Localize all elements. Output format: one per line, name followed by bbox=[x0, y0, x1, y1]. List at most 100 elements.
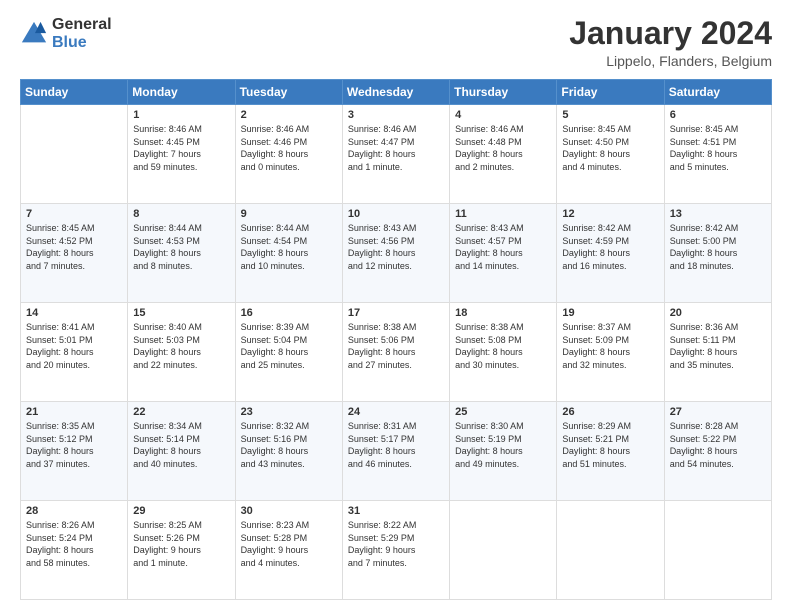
calendar-week-row: 1 Sunrise: 8:46 AM Sunset: 4:45 PM Daylig… bbox=[21, 105, 772, 204]
calendar-week-row: 14Sunrise: 8:41 AM Sunset: 5:01 PM Dayli… bbox=[21, 303, 772, 402]
day-info: Sunrise: 8:42 AM Sunset: 5:00 PM Dayligh… bbox=[670, 222, 766, 272]
calendar-cell: 13 Sunrise: 8:42 AM Sunset: 5:00 PM Dayli… bbox=[664, 204, 771, 303]
day-number: 8 bbox=[133, 208, 229, 220]
day-info: Sunrise: 8:45 AM Sunset: 4:50 PM Dayligh… bbox=[562, 123, 658, 173]
day-number: 30 bbox=[241, 505, 337, 517]
day-info: Sunrise: 8:22 AM Sunset: 5:29 PM Dayligh… bbox=[348, 519, 444, 569]
day-number: 4 bbox=[455, 109, 551, 121]
day-number: 19 bbox=[562, 307, 658, 319]
calendar-cell: 25Sunrise: 8:30 AM Sunset: 5:19 PM Dayli… bbox=[450, 402, 557, 501]
calendar-cell: 28 Sunrise: 8:26 AM Sunset: 5:24 PM Dayli… bbox=[21, 501, 128, 600]
day-info: Sunrise: 8:29 AM Sunset: 5:21 PM Dayligh… bbox=[562, 420, 658, 470]
header: General Blue January 2024 Lippelo, Fland… bbox=[20, 16, 772, 69]
day-number: 15 bbox=[133, 307, 229, 319]
day-number: 16 bbox=[241, 307, 337, 319]
day-number: 3 bbox=[348, 109, 444, 121]
main-title: January 2024 bbox=[569, 16, 772, 51]
day-info: Sunrise: 8:30 AM Sunset: 5:19 PM Dayligh… bbox=[455, 420, 551, 470]
day-info: Sunrise: 8:44 AM Sunset: 4:54 PM Dayligh… bbox=[241, 222, 337, 272]
calendar-day-header: Thursday bbox=[450, 80, 557, 105]
calendar-cell: 5 Sunrise: 8:45 AM Sunset: 4:50 PM Daylig… bbox=[557, 105, 664, 204]
calendar-day-header: Sunday bbox=[21, 80, 128, 105]
calendar-cell: 24 Sunrise: 8:31 AM Sunset: 5:17 PM Dayli… bbox=[342, 402, 449, 501]
day-number: 2 bbox=[241, 109, 337, 121]
day-info: Sunrise: 8:43 AM Sunset: 4:56 PM Dayligh… bbox=[348, 222, 444, 272]
day-info: Sunrise: 8:37 AM Sunset: 5:09 PM Dayligh… bbox=[562, 321, 658, 371]
page: General Blue January 2024 Lippelo, Fland… bbox=[0, 0, 792, 612]
day-number: 29 bbox=[133, 505, 229, 517]
calendar-cell: 10 Sunrise: 8:43 AM Sunset: 4:56 PM Dayli… bbox=[342, 204, 449, 303]
calendar-cell bbox=[21, 105, 128, 204]
calendar-cell: 7Sunrise: 8:45 AM Sunset: 4:52 PM Daylig… bbox=[21, 204, 128, 303]
calendar-day-header: Tuesday bbox=[235, 80, 342, 105]
day-info: Sunrise: 8:38 AM Sunset: 5:08 PM Dayligh… bbox=[455, 321, 551, 371]
calendar-cell bbox=[557, 501, 664, 600]
calendar-cell: 12Sunrise: 8:42 AM Sunset: 4:59 PM Dayli… bbox=[557, 204, 664, 303]
calendar-cell: 20 Sunrise: 8:36 AM Sunset: 5:11 PM Dayli… bbox=[664, 303, 771, 402]
calendar-day-header: Wednesday bbox=[342, 80, 449, 105]
day-number: 22 bbox=[133, 406, 229, 418]
day-info: Sunrise: 8:44 AM Sunset: 4:53 PM Dayligh… bbox=[133, 222, 229, 272]
title-block: January 2024 Lippelo, Flanders, Belgium bbox=[569, 16, 772, 69]
day-info: Sunrise: 8:39 AM Sunset: 5:04 PM Dayligh… bbox=[241, 321, 337, 371]
day-number: 17 bbox=[348, 307, 444, 319]
day-number: 26 bbox=[562, 406, 658, 418]
calendar-cell: 2 Sunrise: 8:46 AM Sunset: 4:46 PM Daylig… bbox=[235, 105, 342, 204]
day-number: 13 bbox=[670, 208, 766, 220]
calendar-cell bbox=[450, 501, 557, 600]
day-info: Sunrise: 8:23 AM Sunset: 5:28 PM Dayligh… bbox=[241, 519, 337, 569]
day-info: Sunrise: 8:32 AM Sunset: 5:16 PM Dayligh… bbox=[241, 420, 337, 470]
calendar-cell: 29 Sunrise: 8:25 AM Sunset: 5:26 PM Dayli… bbox=[128, 501, 235, 600]
day-number: 9 bbox=[241, 208, 337, 220]
day-number: 20 bbox=[670, 307, 766, 319]
day-info: Sunrise: 8:25 AM Sunset: 5:26 PM Dayligh… bbox=[133, 519, 229, 569]
calendar-cell: 14Sunrise: 8:41 AM Sunset: 5:01 PM Dayli… bbox=[21, 303, 128, 402]
day-info: Sunrise: 8:38 AM Sunset: 5:06 PM Dayligh… bbox=[348, 321, 444, 371]
calendar-cell: 15Sunrise: 8:40 AM Sunset: 5:03 PM Dayli… bbox=[128, 303, 235, 402]
day-info: Sunrise: 8:45 AM Sunset: 4:51 PM Dayligh… bbox=[670, 123, 766, 173]
logo-icon bbox=[20, 20, 48, 48]
calendar-cell: 1 Sunrise: 8:46 AM Sunset: 4:45 PM Daylig… bbox=[128, 105, 235, 204]
calendar-header-row: SundayMondayTuesdayWednesdayThursdayFrid… bbox=[21, 80, 772, 105]
calendar-cell bbox=[664, 501, 771, 600]
calendar-cell: 11 Sunrise: 8:43 AM Sunset: 4:57 PM Dayli… bbox=[450, 204, 557, 303]
day-info: Sunrise: 8:26 AM Sunset: 5:24 PM Dayligh… bbox=[26, 519, 122, 569]
calendar-cell: 18Sunrise: 8:38 AM Sunset: 5:08 PM Dayli… bbox=[450, 303, 557, 402]
calendar-cell: 21Sunrise: 8:35 AM Sunset: 5:12 PM Dayli… bbox=[21, 402, 128, 501]
day-info: Sunrise: 8:46 AM Sunset: 4:45 PM Dayligh… bbox=[133, 123, 229, 173]
day-info: Sunrise: 8:42 AM Sunset: 4:59 PM Dayligh… bbox=[562, 222, 658, 272]
calendar-cell: 27 Sunrise: 8:28 AM Sunset: 5:22 PM Dayli… bbox=[664, 402, 771, 501]
calendar-cell: 30 Sunrise: 8:23 AM Sunset: 5:28 PM Dayli… bbox=[235, 501, 342, 600]
day-info: Sunrise: 8:41 AM Sunset: 5:01 PM Dayligh… bbox=[26, 321, 122, 371]
day-info: Sunrise: 8:43 AM Sunset: 4:57 PM Dayligh… bbox=[455, 222, 551, 272]
calendar-cell: 9 Sunrise: 8:44 AM Sunset: 4:54 PM Daylig… bbox=[235, 204, 342, 303]
subtitle: Lippelo, Flanders, Belgium bbox=[569, 53, 772, 69]
day-number: 11 bbox=[455, 208, 551, 220]
day-info: Sunrise: 8:46 AM Sunset: 4:47 PM Dayligh… bbox=[348, 123, 444, 173]
day-number: 27 bbox=[670, 406, 766, 418]
day-info: Sunrise: 8:46 AM Sunset: 4:48 PM Dayligh… bbox=[455, 123, 551, 173]
calendar-cell: 6Sunrise: 8:45 AM Sunset: 4:51 PM Daylig… bbox=[664, 105, 771, 204]
day-info: Sunrise: 8:28 AM Sunset: 5:22 PM Dayligh… bbox=[670, 420, 766, 470]
calendar-week-row: 7Sunrise: 8:45 AM Sunset: 4:52 PM Daylig… bbox=[21, 204, 772, 303]
day-info: Sunrise: 8:36 AM Sunset: 5:11 PM Dayligh… bbox=[670, 321, 766, 371]
calendar-week-row: 21Sunrise: 8:35 AM Sunset: 5:12 PM Dayli… bbox=[21, 402, 772, 501]
calendar-cell: 17 Sunrise: 8:38 AM Sunset: 5:06 PM Dayli… bbox=[342, 303, 449, 402]
calendar-day-header: Monday bbox=[128, 80, 235, 105]
day-number: 5 bbox=[562, 109, 658, 121]
calendar-cell: 23Sunrise: 8:32 AM Sunset: 5:16 PM Dayli… bbox=[235, 402, 342, 501]
calendar-table: SundayMondayTuesdayWednesdayThursdayFrid… bbox=[20, 79, 772, 600]
day-number: 10 bbox=[348, 208, 444, 220]
day-info: Sunrise: 8:31 AM Sunset: 5:17 PM Dayligh… bbox=[348, 420, 444, 470]
day-info: Sunrise: 8:46 AM Sunset: 4:46 PM Dayligh… bbox=[241, 123, 337, 173]
day-info: Sunrise: 8:34 AM Sunset: 5:14 PM Dayligh… bbox=[133, 420, 229, 470]
day-number: 31 bbox=[348, 505, 444, 517]
logo: General Blue bbox=[20, 16, 112, 51]
calendar-cell: 31 Sunrise: 8:22 AM Sunset: 5:29 PM Dayli… bbox=[342, 501, 449, 600]
day-number: 24 bbox=[348, 406, 444, 418]
day-number: 28 bbox=[26, 505, 122, 517]
day-number: 1 bbox=[133, 109, 229, 121]
day-info: Sunrise: 8:45 AM Sunset: 4:52 PM Dayligh… bbox=[26, 222, 122, 272]
calendar-cell: 4 Sunrise: 8:46 AM Sunset: 4:48 PM Daylig… bbox=[450, 105, 557, 204]
calendar-day-header: Saturday bbox=[664, 80, 771, 105]
